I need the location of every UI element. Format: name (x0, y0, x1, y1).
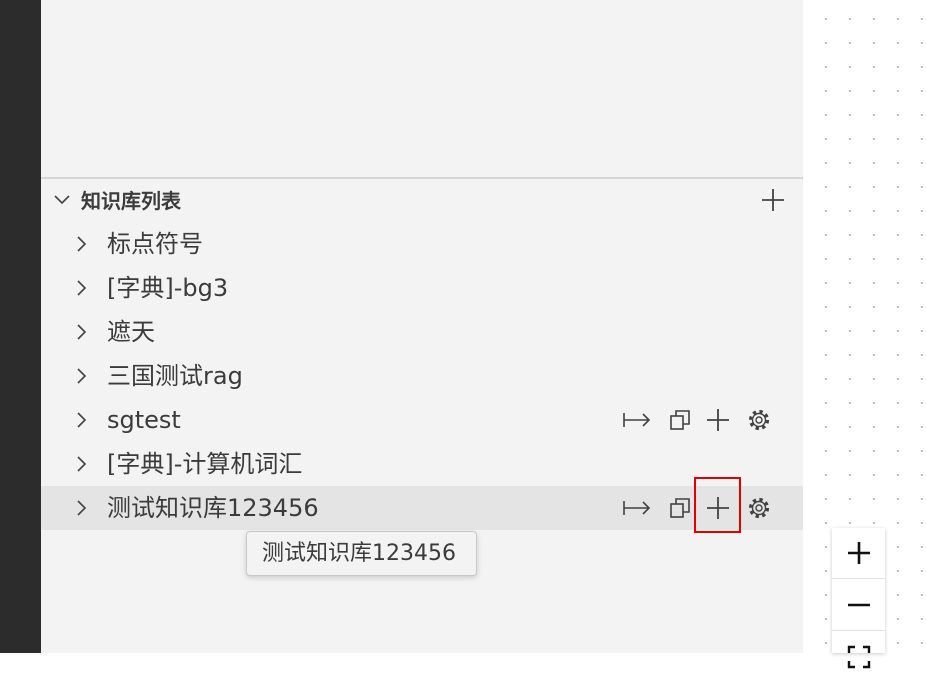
plus-icon (847, 542, 870, 564)
gear-icon[interactable] (743, 404, 775, 436)
kb-item-3[interactable]: 三国测试rag (41, 354, 803, 398)
kb-item-label: 三国测试rag (107, 362, 243, 390)
chevron-right-icon (77, 368, 87, 384)
kb-item-label: 遮天 (107, 318, 155, 346)
add-icon[interactable] (702, 404, 734, 436)
kb-item-6[interactable]: 测试知识库123456 (41, 486, 803, 530)
kb-item-label: sgtest (107, 406, 181, 434)
chevron-right-icon (77, 412, 87, 428)
zoom-out-button[interactable] (832, 580, 885, 631)
highlight-box (694, 477, 741, 533)
kb-item-1[interactable]: [字典]-bg3 (41, 266, 803, 310)
copy-icon[interactable] (664, 404, 696, 436)
fit-view-icon (847, 645, 870, 669)
add-knowledge-base-button[interactable] (759, 186, 787, 214)
kb-item-0[interactable]: 标点符号 (41, 222, 803, 266)
kb-item-5[interactable]: [字典]-计算机词汇 (41, 442, 803, 486)
gear-icon[interactable] (743, 492, 775, 524)
minus-icon (847, 603, 870, 607)
kb-item-label: [字典]-计算机词汇 (107, 450, 303, 478)
kb-item-label: 测试知识库123456 (107, 494, 319, 522)
kb-item-label: 标点符号 (107, 230, 203, 258)
open-arrow-icon[interactable] (621, 492, 653, 524)
knowledge-base-section-header[interactable]: 知识库列表 (41, 185, 803, 217)
chevron-right-icon (77, 280, 87, 296)
kb-item-actions (621, 404, 781, 436)
section-title: 知识库列表 (81, 189, 181, 213)
activity-bar (0, 0, 41, 653)
chevron-right-icon (77, 500, 87, 516)
kb-item-2[interactable]: 遮天 (41, 310, 803, 354)
item-tooltip: 测试知识库123456 (246, 531, 477, 576)
kb-item-4[interactable]: sgtest (41, 398, 803, 442)
zoom-in-button[interactable] (832, 528, 885, 579)
chevron-right-icon (77, 324, 87, 340)
open-arrow-icon[interactable] (621, 404, 653, 436)
kb-item-label: [字典]-bg3 (107, 274, 229, 302)
fit-view-button[interactable] (832, 632, 885, 682)
chevron-down-icon (54, 195, 70, 205)
copy-icon[interactable] (664, 492, 696, 524)
zoom-controls (832, 528, 885, 669)
panel-divider[interactable] (41, 177, 803, 179)
chevron-right-icon (77, 456, 87, 472)
chevron-right-icon (77, 236, 87, 252)
